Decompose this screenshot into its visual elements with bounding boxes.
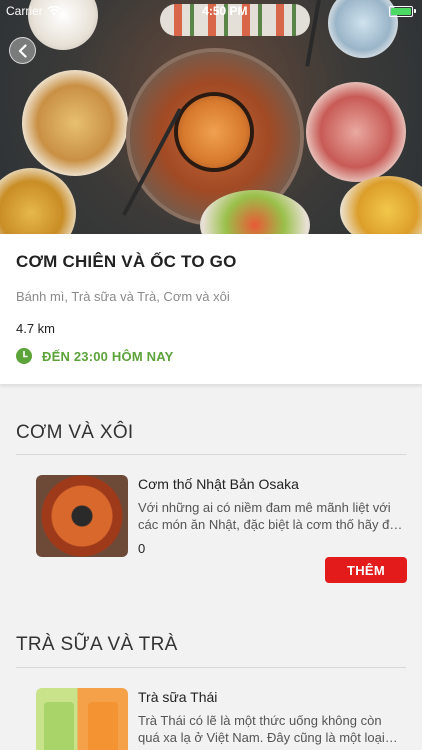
restaurant-cover-photo [0, 0, 422, 234]
menu-item-description: Trà Thái có lẽ là một thức uống không cò… [138, 713, 385, 745]
menu-item-price: 0 [138, 541, 146, 556]
plate-decoration [0, 168, 76, 234]
status-left: Carrier [6, 4, 61, 18]
back-button[interactable] [9, 37, 36, 64]
section-title-com-va-xoi: CƠM VÀ XÔI [16, 422, 134, 443]
plate-decoration [306, 82, 406, 182]
menu-item[interactable]: Cơm thố Nhật Bản Osaka Với những ai có n… [36, 475, 408, 587]
drink-glass-decoration [44, 702, 74, 750]
carrier-label: Carrier [6, 4, 43, 18]
restaurant-categories: Bánh mì, Trà sữa và Trà, Cơm và xôi [16, 289, 230, 304]
restaurant-detail-screen: Carrier 4:50 PM CƠM CHIÊN VÀ ỐC TO GO Bá… [0, 0, 422, 750]
section-divider [16, 667, 406, 668]
plate-decoration [22, 70, 128, 176]
hotpot-center-decoration [178, 96, 250, 168]
chevron-left-icon [18, 43, 27, 58]
menu-item-name: Cơm thố Nhật Bản Osaka [138, 476, 299, 492]
add-to-cart-button[interactable]: THÊM [325, 557, 407, 583]
restaurant-info-card: CƠM CHIÊN VÀ ỐC TO GO Bánh mì, Trà sữa v… [0, 234, 422, 384]
menu-item-photo [36, 475, 128, 557]
status-bar: Carrier 4:50 PM [0, 0, 422, 22]
menu-item-photo [36, 688, 128, 750]
restaurant-distance: 4.7 km [16, 321, 56, 336]
battery-icon [389, 5, 416, 17]
opening-hours: ĐẾN 23:00 HÔM NAY [16, 348, 174, 364]
drink-glass-decoration [88, 702, 118, 750]
section-title-tra-sua-va-tra: TRÀ SỮA VÀ TRÀ [16, 634, 178, 655]
opening-hours-text: ĐẾN 23:00 HÔM NAY [42, 348, 174, 364]
wifi-icon [46, 6, 61, 16]
section-divider [16, 454, 406, 455]
clock-time: 4:50 PM [202, 4, 248, 18]
clock-icon [16, 348, 32, 364]
plate-decoration [340, 176, 422, 234]
menu-item-description: Với những ai có niềm đam mê mãnh liệt vớ… [138, 500, 404, 532]
menu-item[interactable]: Trà sữa Thái Trà Thái có lẽ là một thức … [36, 688, 408, 750]
restaurant-name: CƠM CHIÊN VÀ ỐC TO GO [16, 252, 237, 271]
menu-item-name: Trà sữa Thái [138, 689, 218, 705]
